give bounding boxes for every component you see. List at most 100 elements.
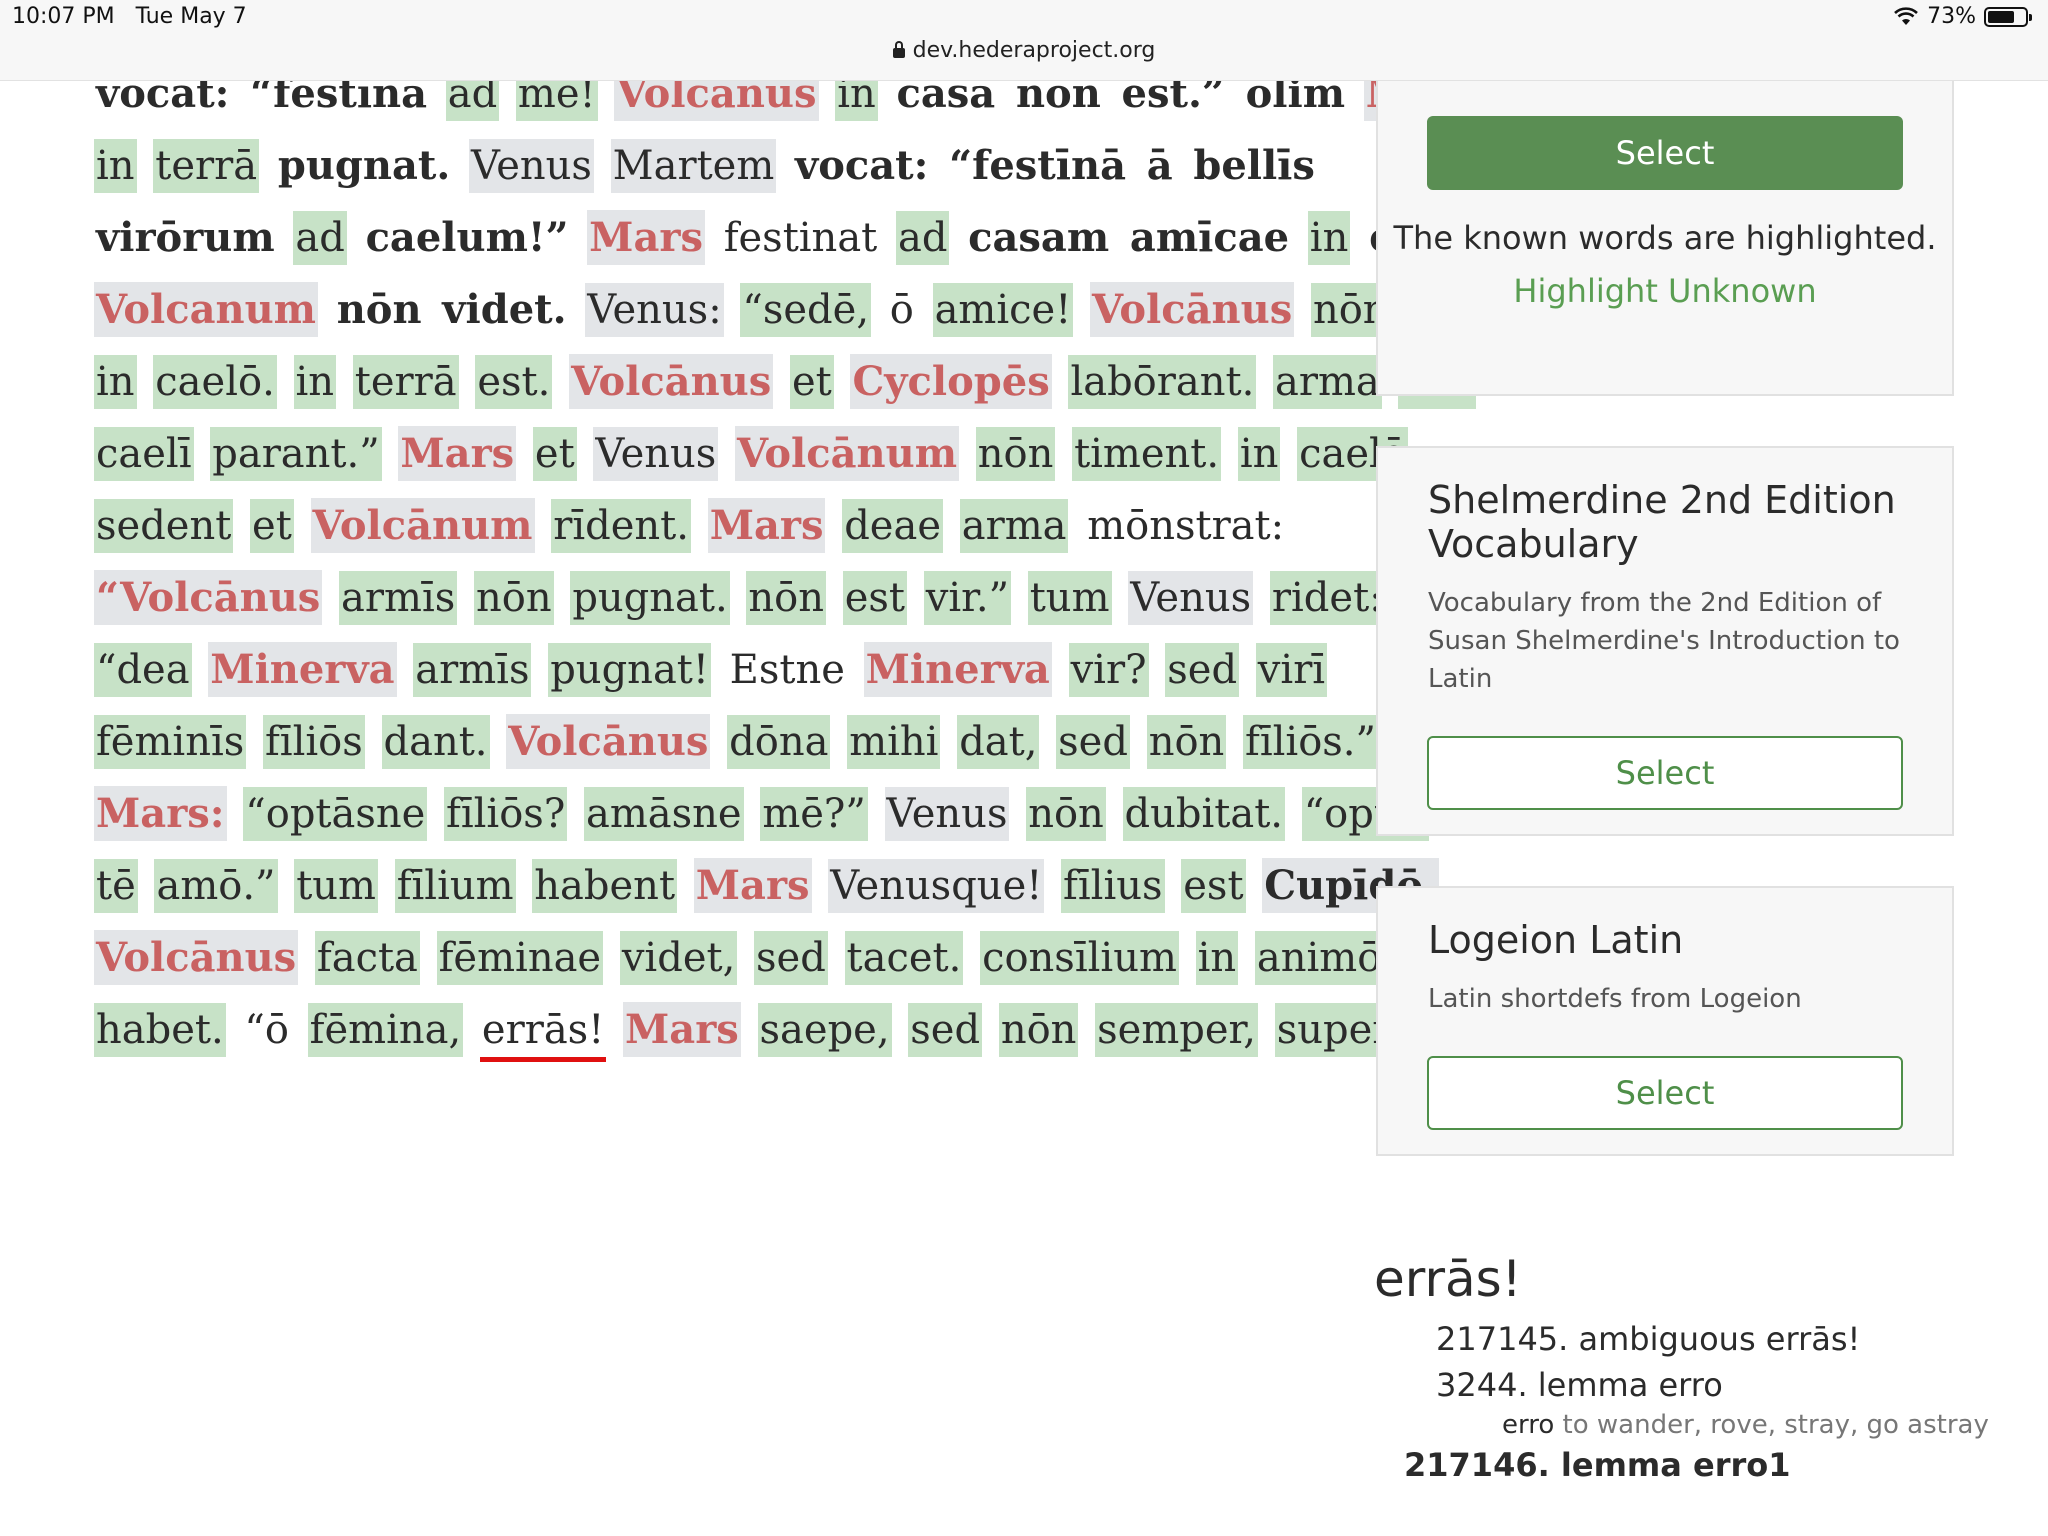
word[interactable]: fīlium	[394, 859, 516, 913]
word[interactable]: nōn	[998, 1003, 1079, 1057]
word[interactable]: ā	[1145, 138, 1175, 193]
word[interactable]: rīdent.	[551, 499, 691, 553]
word[interactable]: ad	[895, 211, 950, 265]
word[interactable]: sed	[1056, 715, 1130, 769]
word[interactable]: ad	[293, 211, 347, 265]
word[interactable]: fēminīs	[94, 715, 247, 769]
word[interactable]: Minerva	[208, 642, 397, 697]
word[interactable]: sed	[908, 1003, 983, 1057]
word[interactable]: Mars	[693, 858, 812, 913]
word[interactable]: est.	[475, 355, 553, 409]
word[interactable]: Volcānus	[569, 354, 774, 409]
address-bar[interactable]: dev.hederaproject.org	[0, 38, 2048, 63]
word[interactable]: et	[532, 427, 577, 481]
word[interactable]: est	[842, 571, 908, 625]
word[interactable]: deae	[842, 499, 943, 553]
word[interactable]: amō.”	[154, 859, 278, 913]
select-button-current[interactable]: Select	[1427, 116, 1903, 190]
word[interactable]: habet.	[94, 1003, 226, 1057]
word[interactable]: armīs	[339, 571, 458, 625]
word[interactable]: armīs	[413, 643, 532, 697]
word[interactable]: “optāsne	[243, 787, 428, 841]
word[interactable]: arma	[959, 499, 1069, 553]
word[interactable]: pugnat!	[548, 643, 711, 697]
word[interactable]: nōn	[335, 282, 424, 337]
word[interactable]: Venus	[468, 139, 594, 193]
word[interactable]: labōrant.	[1068, 355, 1257, 409]
word[interactable]: nōn	[975, 427, 1056, 481]
word[interactable]: caelī	[94, 427, 194, 481]
word[interactable]: in	[1307, 211, 1351, 265]
word[interactable]: Volcānum	[310, 498, 535, 553]
word[interactable]: Volcānum	[735, 426, 960, 481]
word[interactable]: sed	[1165, 643, 1240, 697]
word[interactable]: facta	[314, 931, 420, 985]
word[interactable]: Martem	[610, 139, 777, 193]
word[interactable]: bellīs	[1191, 138, 1317, 193]
word[interactable]: saepe,	[757, 1003, 892, 1057]
word[interactable]: videt.	[440, 282, 568, 337]
word[interactable]: pugnat.	[276, 138, 452, 193]
word[interactable]: Mars	[707, 498, 826, 553]
word[interactable]: virī	[1255, 643, 1328, 697]
word[interactable]: “festīnā	[947, 138, 1128, 193]
word[interactable]: “sedē,	[740, 283, 872, 337]
word[interactable]: amice!	[932, 283, 1074, 337]
word[interactable]: arma	[1273, 355, 1382, 409]
selected-word[interactable]: errās!	[479, 1003, 607, 1062]
word[interactable]: in	[293, 355, 337, 409]
word[interactable]: in	[94, 355, 137, 409]
word[interactable]: “ō	[242, 1003, 291, 1057]
word[interactable]: sedent	[94, 499, 234, 553]
word[interactable]: tē	[94, 859, 138, 913]
word[interactable]: caelō.	[153, 355, 277, 409]
word[interactable]: nōn	[473, 571, 554, 625]
word[interactable]: Mars	[398, 426, 517, 481]
word[interactable]: in	[94, 139, 137, 193]
word[interactable]: pugnat.	[570, 571, 730, 625]
word[interactable]: Volcānus	[94, 930, 299, 985]
word[interactable]: in	[1195, 931, 1239, 985]
word[interactable]: vocat:	[793, 138, 930, 193]
word[interactable]: fīliōs.”	[1243, 715, 1378, 769]
word[interactable]: fēminae	[436, 931, 604, 985]
word[interactable]: dōna	[727, 715, 831, 769]
word[interactable]: tacet.	[844, 931, 964, 985]
word[interactable]: “dea	[94, 643, 192, 697]
word[interactable]: mōnstrat:	[1085, 499, 1286, 553]
word[interactable]: terrā	[352, 355, 459, 409]
word[interactable]: tum	[294, 859, 378, 913]
highlight-unknown-link[interactable]: Highlight Unknown	[1378, 272, 1952, 310]
word[interactable]: caelum!”	[364, 210, 571, 265]
word[interactable]: ō	[888, 283, 916, 337]
word[interactable]: Volcānus	[506, 714, 711, 769]
word[interactable]: Mars	[623, 1002, 741, 1057]
word[interactable]: Venus:	[585, 283, 724, 337]
word[interactable]: dubitat.	[1122, 787, 1285, 841]
word[interactable]: semper,	[1095, 1003, 1258, 1057]
word[interactable]: amāsne	[584, 787, 744, 841]
word[interactable]: fēmina,	[307, 1003, 464, 1057]
word[interactable]: Volcanum	[94, 282, 318, 337]
word[interactable]: et	[250, 499, 294, 553]
word[interactable]: casam	[966, 210, 1111, 265]
word[interactable]: fīliōs	[263, 715, 365, 769]
word[interactable]: est	[1181, 859, 1246, 913]
word[interactable]: Mars	[587, 210, 705, 265]
word[interactable]: dat,	[957, 715, 1040, 769]
word[interactable]: Venus	[1128, 571, 1254, 625]
word[interactable]: Venusque!	[828, 859, 1045, 913]
word[interactable]: Venus	[593, 427, 719, 481]
word[interactable]: vir?	[1068, 643, 1149, 697]
word[interactable]: mihi	[847, 715, 941, 769]
word[interactable]: tum	[1027, 571, 1112, 625]
word[interactable]: nōn	[746, 571, 827, 625]
word[interactable]: festinat	[722, 211, 880, 265]
select-button-logeion[interactable]: Select	[1427, 1056, 1903, 1130]
word[interactable]: vir.”	[923, 571, 1012, 625]
word[interactable]: fīliōs?	[444, 787, 568, 841]
word[interactable]: amīcae	[1128, 210, 1291, 265]
word[interactable]: Estne	[728, 643, 847, 697]
word[interactable]: fīlius	[1061, 859, 1165, 913]
word[interactable]: et	[790, 355, 834, 409]
